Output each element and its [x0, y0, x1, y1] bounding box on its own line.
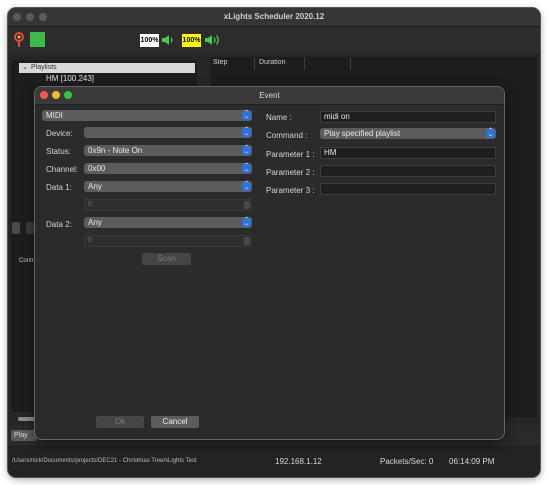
- chevron-down-icon[interactable]: ⌄: [19, 63, 31, 73]
- tree-item-playlist[interactable]: HM [100.243]: [46, 74, 94, 83]
- data2-spin-value: 0: [88, 237, 92, 244]
- data1-value: Any: [88, 182, 102, 191]
- chevron-updown-icon: ⌃ ⌄: [242, 110, 251, 120]
- command-value: Play specified playlist: [324, 129, 401, 138]
- chevron-updown-icon: ⌃ ⌄: [242, 181, 251, 191]
- parameter3-label: Parameter 3 :: [266, 186, 315, 195]
- stepper-arrows-icon[interactable]: [244, 237, 250, 245]
- column-header-step[interactable]: Step: [213, 59, 227, 66]
- play-button[interactable]: Play: [11, 430, 37, 441]
- status-bar: /Users/nick/Documents/projects/DEC21 - C…: [8, 446, 540, 477]
- column-divider: [350, 57, 351, 70]
- device-select[interactable]: ⌃ ⌄: [84, 127, 252, 138]
- location-pin-icon[interactable]: [13, 32, 25, 50]
- stepper-arrows-icon[interactable]: [244, 201, 250, 209]
- chevron-updown-icon: ⌃ ⌄: [242, 163, 251, 173]
- window-title: xLights Scheduler 2020.12: [223, 12, 325, 21]
- parameter1-field[interactable]: HM: [320, 147, 496, 159]
- packets-per-second: Packets/Sec: 0: [380, 457, 434, 466]
- ok-button[interactable]: Ok: [96, 416, 144, 428]
- master-volume-badge: 100%: [140, 34, 159, 47]
- parameter2-field[interactable]: [320, 165, 496, 177]
- parameter3-field[interactable]: [320, 183, 496, 195]
- cancel-button[interactable]: Cancel: [151, 416, 199, 428]
- name-field[interactable]: midi on: [320, 111, 496, 123]
- status-value: 0x9n - Note On: [88, 146, 143, 155]
- show-folder-path: /Users/nick/Documents/projects/DEC21 - C…: [12, 458, 197, 464]
- event-dialog: Event MIDI ⌃ ⌄ Device: ⌃ ⌄ Status: 0x9n - …: [35, 87, 504, 439]
- channel-value: 0x00: [88, 164, 106, 173]
- ip-address: 192.168.1.12: [275, 457, 322, 466]
- column-header-duration[interactable]: Duration: [259, 59, 285, 66]
- speaker-loud-icon[interactable]: [204, 32, 222, 48]
- status-select[interactable]: 0x9n - Note On ⌃ ⌄: [84, 145, 252, 156]
- secondary-volume-badge: 100%: [182, 34, 201, 47]
- data2-spinner[interactable]: 0: [84, 235, 252, 247]
- device-label: Device:: [46, 129, 73, 138]
- data1-label: Data 1:: [46, 183, 72, 192]
- toolbar: 100% 100%: [8, 27, 540, 53]
- chevron-updown-icon: ⌃ ⌄: [242, 217, 251, 227]
- dialog-title: Event: [259, 91, 280, 100]
- command-label: Command :: [266, 131, 308, 140]
- data1-spinner[interactable]: 0: [84, 199, 252, 211]
- data2-label: Data 2:: [46, 220, 72, 229]
- tree-header-label: Playlists: [31, 64, 57, 71]
- column-divider: [254, 57, 255, 70]
- chevron-updown-icon: ⌃ ⌄: [242, 127, 251, 137]
- name-label: Name :: [266, 113, 292, 122]
- parameter1-label: Parameter 1 :: [266, 150, 315, 159]
- chevron-updown-icon: ⌃ ⌄: [242, 145, 251, 155]
- scan-button[interactable]: Scan: [142, 253, 191, 265]
- data2-select[interactable]: Any ⌃ ⌄: [84, 217, 252, 228]
- channel-select[interactable]: 0x00 ⌃ ⌄: [84, 163, 252, 174]
- command-select[interactable]: Play specified playlist ⌃ ⌄: [320, 128, 496, 139]
- clock-time: 06:14:09 PM: [449, 457, 495, 466]
- speaker-icon[interactable]: [161, 33, 175, 47]
- event-type-value: MIDI: [46, 111, 63, 120]
- tree-header[interactable]: ⌄ Playlists: [19, 63, 195, 73]
- status-label: Status:: [46, 147, 71, 156]
- controller-label: Contr: [19, 258, 34, 264]
- chevron-updown-icon: ⌃ ⌄: [486, 128, 495, 138]
- side-tab-left[interactable]: [12, 222, 20, 234]
- output-enabled-icon[interactable]: [30, 32, 45, 47]
- dialog-titlebar: Event: [35, 87, 504, 105]
- data1-select[interactable]: Any ⌃ ⌄: [84, 181, 252, 192]
- column-divider: [304, 57, 305, 70]
- data1-spin-value: 0: [88, 201, 92, 208]
- data2-value: Any: [88, 218, 102, 227]
- event-type-select[interactable]: MIDI ⌃ ⌄: [42, 110, 252, 121]
- main-titlebar: xLights Scheduler 2020.12: [8, 8, 540, 27]
- channel-label: Channel:: [46, 165, 79, 174]
- side-tab-right[interactable]: [26, 222, 34, 234]
- parameter2-label: Parameter 2 :: [266, 168, 315, 177]
